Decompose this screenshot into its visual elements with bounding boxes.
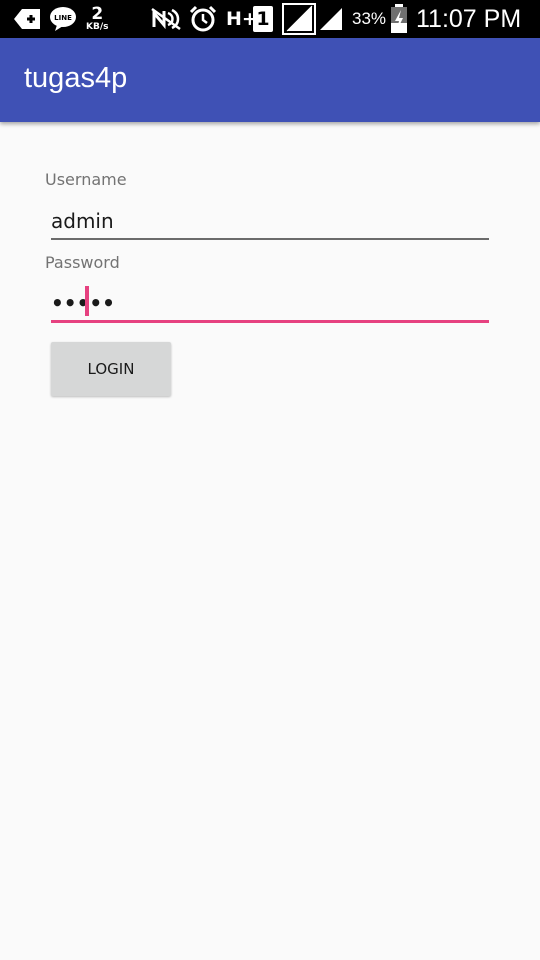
sim-slot-number: 1: [253, 6, 273, 32]
network-speed: 2 KB/s: [86, 0, 108, 38]
battery-charging-icon: [390, 0, 408, 38]
signal-strength-2-icon: [318, 0, 344, 38]
line-app-icon: LINE: [49, 0, 77, 38]
notification-add-icon: [12, 0, 42, 38]
battery-percent: 33%: [352, 9, 387, 28]
alarm-icon: [189, 0, 217, 38]
password-field[interactable]: •••••: [51, 280, 489, 323]
sim-slot-icon: 1: [253, 0, 273, 38]
speed-unit: KB/s: [86, 22, 109, 32]
line-app-label: LINE: [54, 14, 72, 22]
app-title: tugas4p: [24, 62, 128, 94]
password-masked-value: •••••: [51, 291, 115, 315]
status-bar: LINE 2 KB/s H+ 1 33% 11:07 PM: [0, 0, 540, 38]
app-bar: tugas4p: [0, 38, 540, 122]
clock: 11:07 PM: [416, 4, 522, 33]
password-label: Password: [45, 253, 120, 272]
signal-strength-icon: [282, 0, 316, 38]
username-label: Username: [45, 170, 127, 189]
login-button[interactable]: LOGIN: [51, 342, 171, 396]
text-cursor: [85, 286, 89, 316]
username-field[interactable]: admin: [51, 198, 489, 240]
speed-value: 2: [91, 4, 104, 24]
username-value: admin: [51, 209, 114, 233]
nfc-off-icon: [150, 0, 182, 38]
